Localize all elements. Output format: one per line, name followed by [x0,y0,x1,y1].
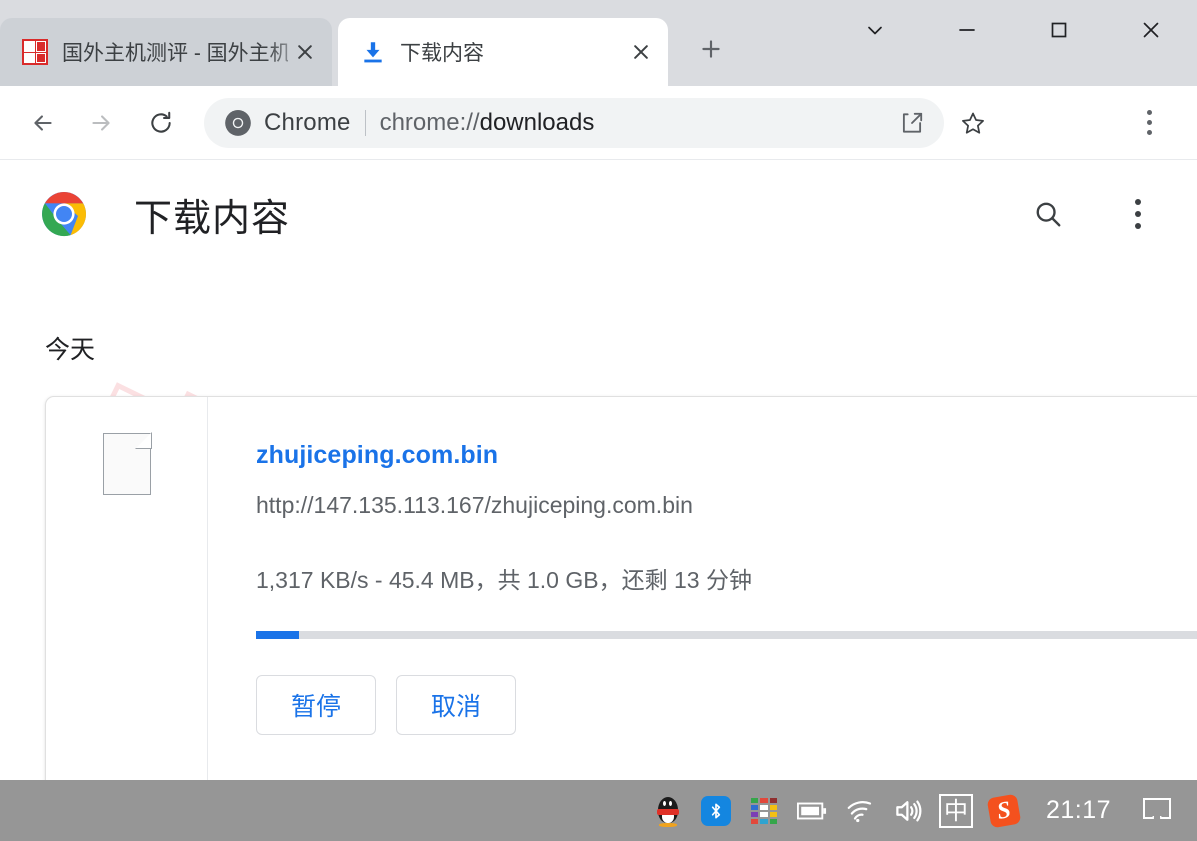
page-title: 下载内容 [134,197,291,240]
qq-icon[interactable] [644,780,692,841]
notification-balloon-icon[interactable] [1133,780,1181,841]
star-icon[interactable] [950,100,996,146]
dot [1135,211,1141,217]
tab-downloads[interactable]: 下载内容 [338,18,668,86]
close-icon[interactable] [288,35,322,69]
new-tab-button[interactable] [690,28,732,70]
downloads-header: 下载内容 [0,161,1197,267]
download-actions: 暂停 取消 [256,675,1197,735]
downloads-menu-button[interactable] [1113,189,1163,239]
taskbar-clock[interactable]: 21:17 [1028,796,1133,825]
cancel-button[interactable]: 取消 [396,675,516,735]
browser-toolbar: Chrome chrome://downloads [0,86,1197,160]
window-controls [829,0,1197,60]
download-progress-fill [256,631,300,639]
tab-strip: 国外主机测评 - 国外主机测评 下载内容 [0,0,1197,86]
dot [1135,199,1141,205]
arrow-right-icon[interactable] [78,100,124,146]
download-progress-bar [256,631,1197,639]
url-scheme: chrome:// [379,108,480,136]
volume-icon[interactable] [884,780,932,841]
dot [1146,130,1152,135]
dot [1135,223,1141,229]
maximize-icon[interactable] [1013,0,1105,60]
omnibox-url: chrome://downloads [380,109,595,137]
wifi-icon[interactable] [836,780,884,841]
tab-list: 国外主机测评 - 国外主机测评 下载内容 [0,14,668,86]
download-item-details: zhujiceping.com.bin http://147.135.113.1… [208,397,1197,780]
browser-window: 国外主机测评 - 国外主机测评 下载内容 [0,0,1197,841]
minimize-icon[interactable] [921,0,1013,60]
chrome-logo-icon [224,109,252,137]
day-group-label: 今天 [45,336,96,364]
ime-label: 中 [943,796,968,825]
share-icon[interactable] [890,101,934,145]
dot [1146,110,1152,115]
close-icon[interactable] [624,35,658,69]
download-icon [360,39,386,65]
tab-title: 下载内容 [400,42,484,65]
omnibox-divider [364,109,366,136]
tab-search-icon[interactable] [829,0,921,60]
sogou-label: S [995,796,1013,825]
search-icon[interactable] [1023,189,1073,239]
tab-site[interactable]: 国外主机测评 - 国外主机测评 [0,18,332,86]
color-grid-icon[interactable] [740,780,788,841]
system-tray: 中 S 21:17 [644,780,1197,841]
ime-icon[interactable]: 中 [932,780,980,841]
download-status-text: 1,317 KB/s - 45.4 MB，共 1.0 GB，还剩 13 分钟 [256,567,752,593]
file-icon [102,433,151,495]
sogou-icon[interactable]: S [980,780,1028,841]
downloads-page: zhujiceping.com 下载内容 [0,161,1197,780]
system-taskbar: 中 S 21:17 [0,780,1197,841]
tab-title: 国外主机测评 - 国外主机测评 [62,42,288,65]
chrome-logo-icon [40,190,88,238]
site-favicon [22,39,48,65]
pause-button[interactable]: 暂停 [256,675,376,735]
bluetooth-icon[interactable] [692,780,740,841]
reload-icon[interactable] [138,100,184,146]
downloads-header-actions [1023,189,1163,239]
download-file-name[interactable]: zhujiceping.com.bin [256,441,1197,470]
download-source-url: http://147.135.113.167/zhujiceping.com.b… [256,492,693,518]
dot [1146,120,1152,125]
arrow-left-icon[interactable] [20,100,66,146]
download-item-card: zhujiceping.com.bin http://147.135.113.1… [45,396,1197,780]
browser-menu-button[interactable] [1125,99,1173,147]
omnibox-actions [890,101,934,145]
battery-icon[interactable] [788,780,836,841]
close-icon[interactable] [1105,0,1197,60]
url-path: downloads [479,108,595,136]
omnibox-brand: Chrome [264,108,351,136]
address-bar[interactable]: Chrome chrome://downloads [204,97,944,148]
download-file-icon-cell [46,397,208,780]
